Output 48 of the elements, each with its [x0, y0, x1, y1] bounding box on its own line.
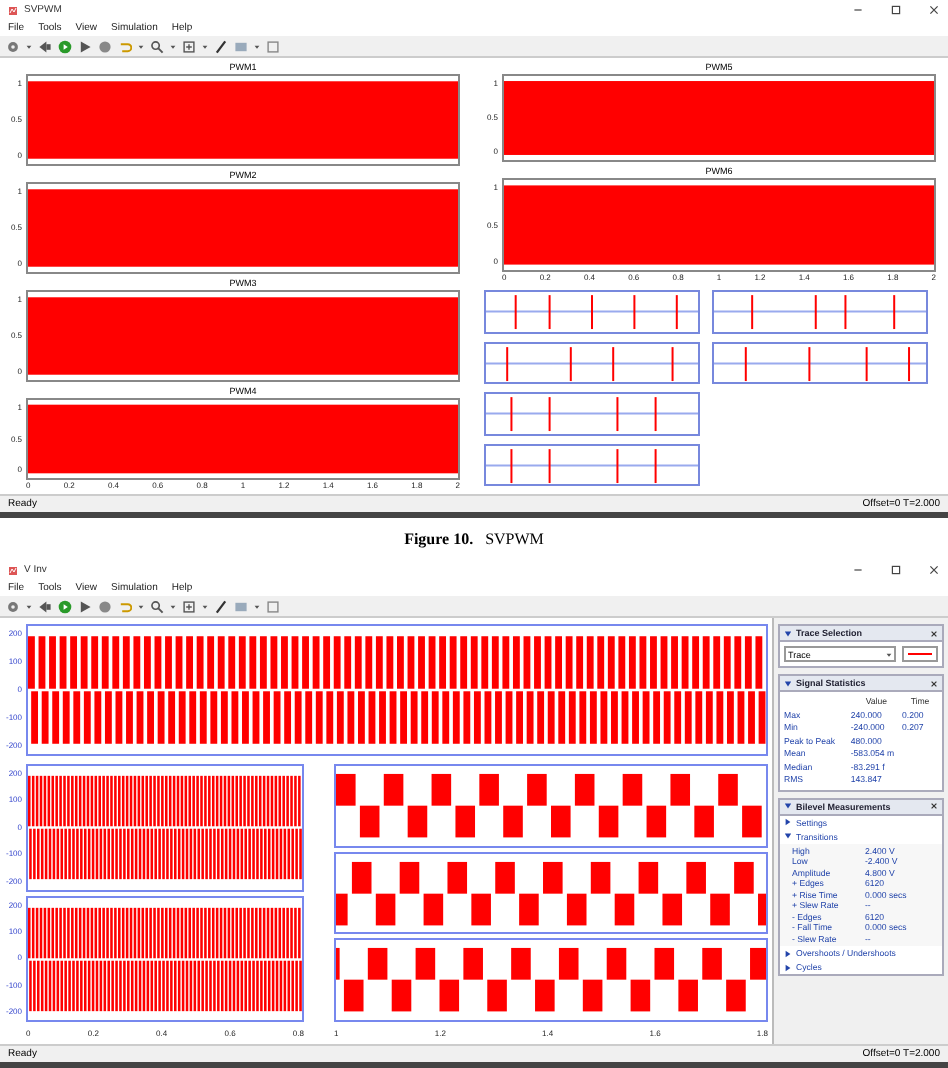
close-icon[interactable]: [930, 802, 938, 810]
figure-label: Figure 10.: [404, 530, 474, 548]
caret-icon[interactable]: [26, 603, 32, 609]
play-icon[interactable]: [78, 39, 92, 53]
expand-arrow-icon[interactable]: [784, 679, 792, 687]
caret-icon[interactable]: [254, 43, 260, 49]
autoscale-icon[interactable]: [182, 39, 196, 53]
minimize-icon[interactable]: [852, 4, 864, 16]
app-icon: [8, 5, 18, 15]
autoscale-icon[interactable]: [182, 599, 196, 613]
minimize-icon[interactable]: [852, 564, 864, 576]
zoom-icon[interactable]: [150, 599, 164, 613]
caret-icon[interactable]: [26, 43, 32, 49]
zoom-icon[interactable]: [150, 39, 164, 53]
step-back-icon[interactable]: [38, 39, 52, 53]
expand-arrow-icon[interactable]: [784, 629, 792, 637]
close-icon[interactable]: [928, 564, 940, 576]
caret-icon[interactable]: [138, 43, 144, 49]
close-icon[interactable]: [930, 629, 938, 637]
maximize-icon[interactable]: [890, 4, 902, 16]
caret-icon[interactable]: [254, 603, 260, 609]
expand-arrow-icon[interactable]: [784, 949, 792, 957]
cursor-icon[interactable]: [214, 599, 228, 613]
cursor-icon[interactable]: [214, 39, 228, 53]
run-icon[interactable]: [58, 599, 72, 613]
expand-arrow-icon[interactable]: [784, 832, 792, 840]
figure-caption: SVPWM: [485, 530, 544, 548]
caret-icon[interactable]: [202, 603, 208, 609]
step-back-icon[interactable]: [38, 599, 52, 613]
gear-icon[interactable]: [6, 39, 20, 53]
close-icon[interactable]: [928, 4, 940, 16]
caret-icon[interactable]: [170, 603, 176, 609]
stop-icon[interactable]: [98, 39, 112, 53]
expand-arrow-icon[interactable]: [784, 802, 792, 810]
stop-icon[interactable]: [98, 599, 112, 613]
play-icon[interactable]: [78, 599, 92, 613]
gear-icon[interactable]: [6, 599, 20, 613]
expand-arrow-icon[interactable]: [784, 818, 792, 826]
expand-arrow-icon[interactable]: [784, 963, 792, 971]
run-icon[interactable]: [58, 39, 72, 53]
app-icon: [8, 565, 18, 575]
caret-icon[interactable]: [138, 603, 144, 609]
maximize-icon[interactable]: [890, 564, 902, 576]
caret-icon[interactable]: [202, 43, 208, 49]
caret-icon[interactable]: [886, 651, 892, 657]
close-icon[interactable]: [930, 679, 938, 687]
line-swatch: [902, 646, 938, 662]
caret-icon[interactable]: [170, 43, 176, 49]
